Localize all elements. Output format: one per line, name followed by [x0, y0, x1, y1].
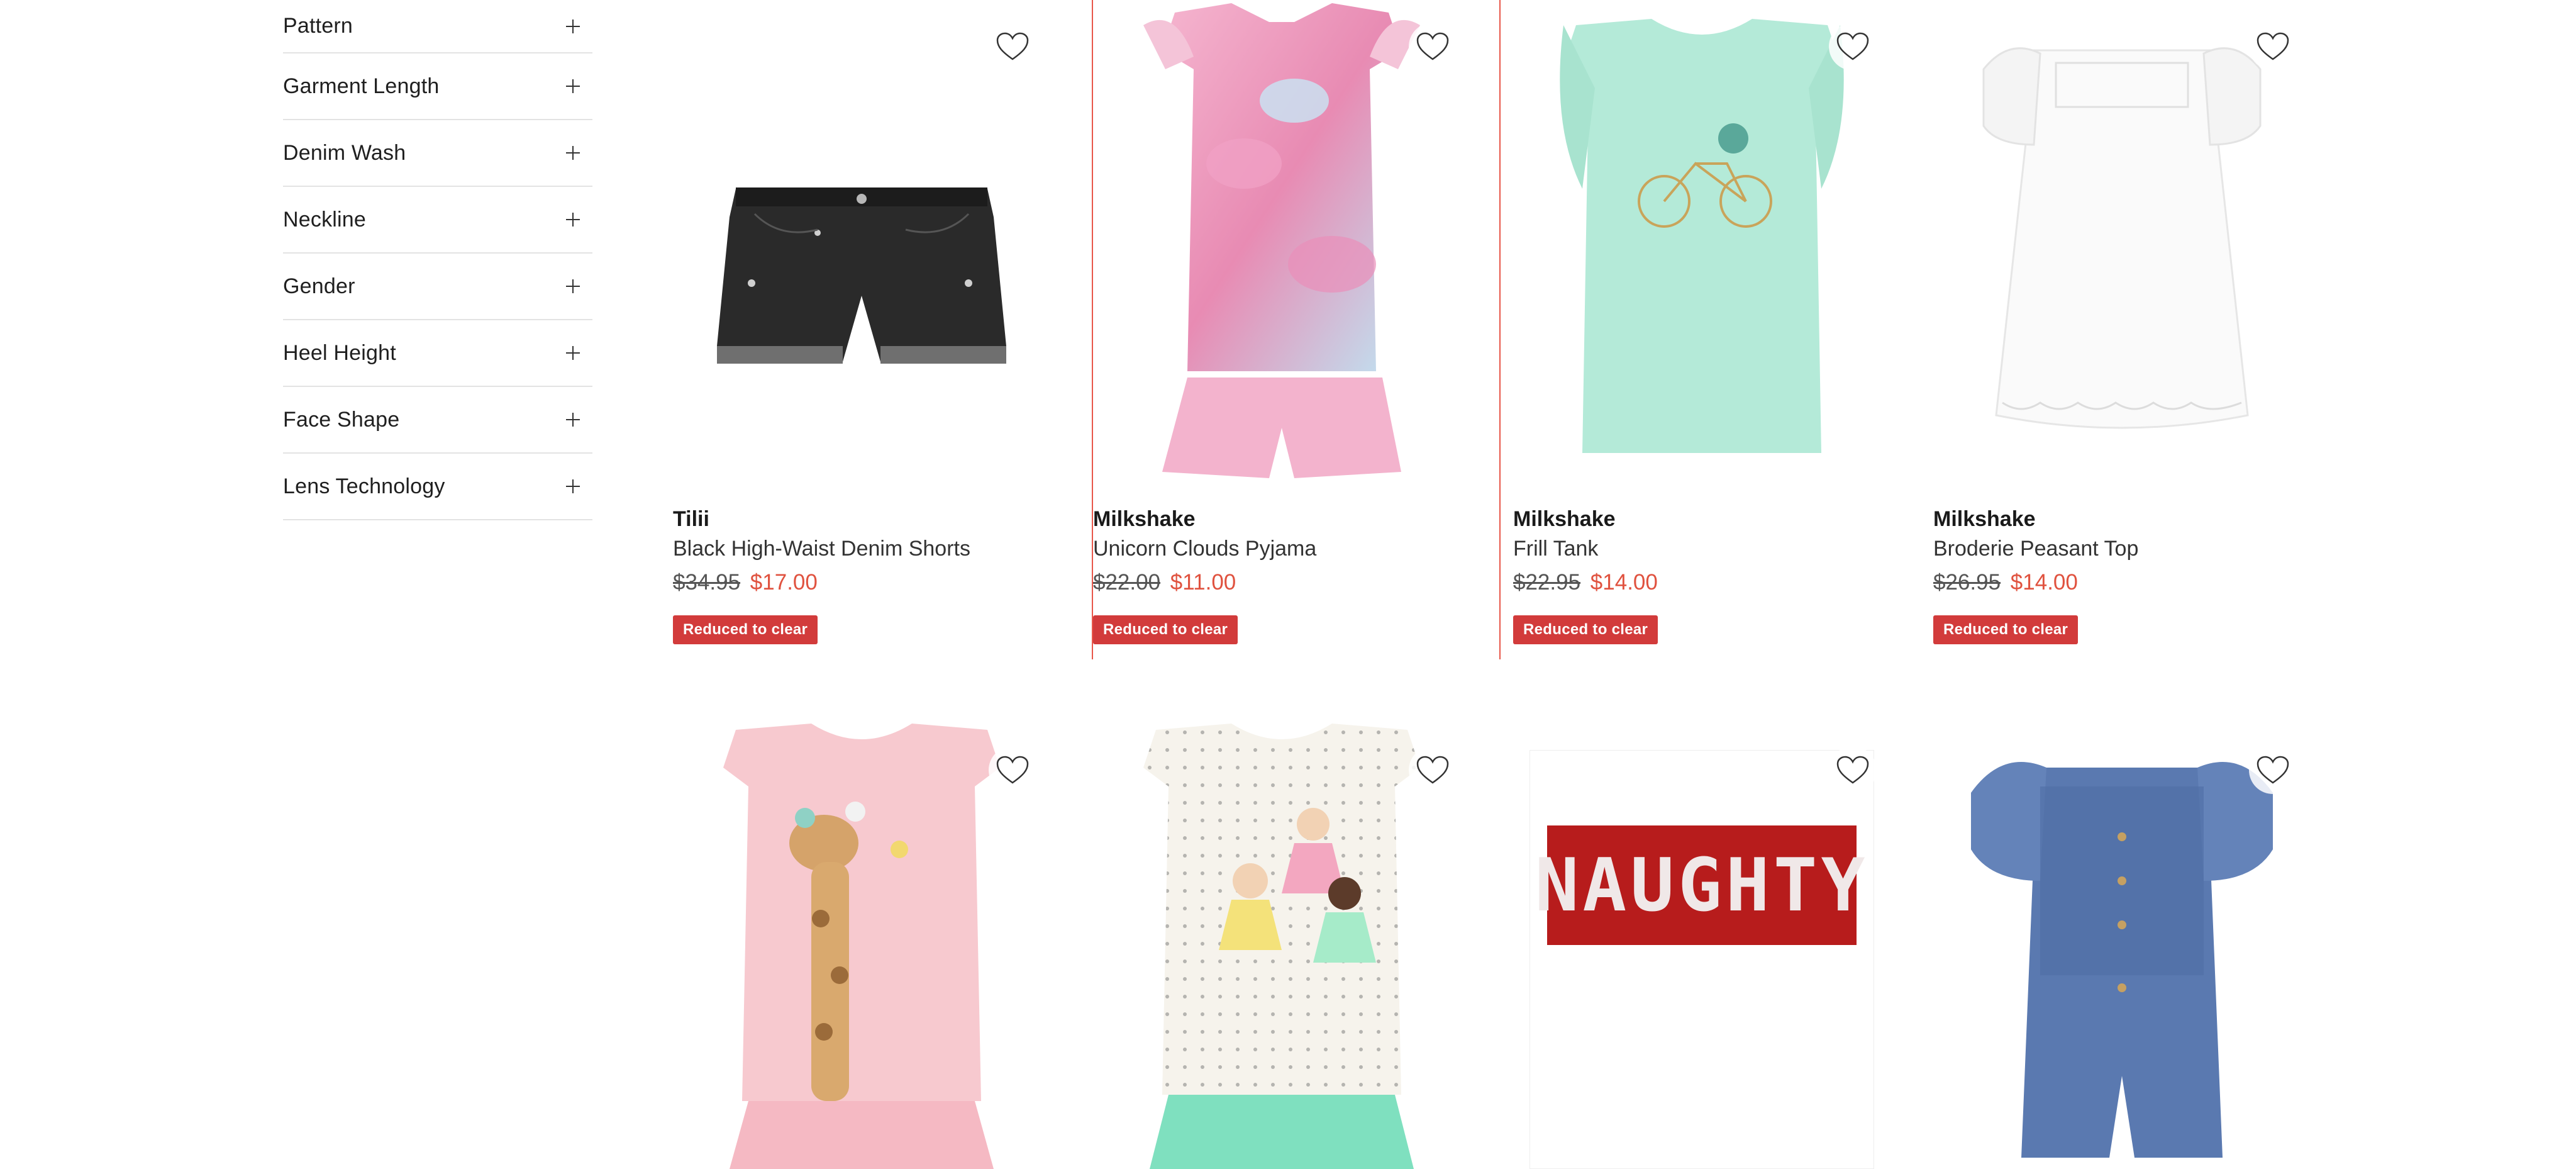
filter-label: Face Shape: [283, 407, 400, 432]
plus-icon[interactable]: [566, 19, 580, 33]
product-card[interactable]: Milkshake Frill Tank $22.95 $14.00 Reduc…: [1513, 0, 1890, 644]
product-brand[interactable]: Milkshake: [1513, 507, 1890, 532]
plus-icon[interactable]: [566, 279, 580, 293]
tank-image: [1560, 19, 1844, 453]
product-card[interactable]: Milkshake Broderie Peasant Top $26.95 $1…: [1933, 0, 2311, 644]
wishlist-button[interactable]: [2249, 746, 2297, 794]
filter-gender[interactable]: Gender: [283, 254, 592, 320]
plus-icon[interactable]: [566, 413, 580, 427]
price-group: $22.00 $11.00: [1093, 570, 1470, 595]
filter-face-shape[interactable]: Face Shape: [283, 387, 592, 454]
product-card[interactable]: Tilii Black High-Waist Denim Shorts $34.…: [673, 0, 1050, 644]
wishlist-button[interactable]: [989, 23, 1036, 70]
product-card[interactable]: [1933, 724, 2311, 1169]
pyjama-image: [1143, 3, 1420, 478]
product-image[interactable]: [1933, 724, 2311, 1169]
sale-price: $11.00: [1170, 570, 1236, 595]
original-price: $22.95: [1513, 570, 1581, 595]
wishlist-button[interactable]: [1829, 23, 1877, 70]
product-image[interactable]: [1093, 0, 1470, 491]
sequin-print-panel: NAUGHTY: [1535, 825, 1865, 945]
filter-label: Denim Wash: [283, 140, 406, 165]
product-brand[interactable]: Milkshake: [1093, 507, 1470, 532]
original-price: $22.00: [1093, 570, 1161, 595]
sale-price: $14.00: [1590, 570, 1658, 595]
product-name[interactable]: Frill Tank: [1513, 537, 1890, 561]
promo-badge: Reduced to clear: [673, 615, 818, 644]
heart-outline-icon: [2257, 32, 2289, 60]
product-image[interactable]: [1933, 0, 2311, 491]
product-name[interactable]: Black High-Waist Denim Shorts: [673, 537, 1050, 561]
filter-label: Pattern: [283, 14, 353, 38]
plus-icon[interactable]: [566, 79, 580, 93]
page: Pattern Garment Length Denim Wash Neckli…: [0, 0, 2576, 1169]
heart-outline-icon: [1416, 756, 1449, 784]
product-image[interactable]: [673, 0, 1050, 491]
wishlist-button[interactable]: [1829, 746, 1877, 794]
wishlist-button[interactable]: [1409, 23, 1457, 70]
plus-icon[interactable]: [566, 213, 580, 227]
peasant-top-image: [1982, 47, 2262, 429]
heart-outline-icon: [2257, 756, 2289, 784]
price-group: $26.95 $14.00: [1933, 570, 2311, 595]
heart-outline-icon: [1836, 756, 1869, 784]
price-group: $22.95 $14.00: [1513, 570, 1890, 595]
product-image[interactable]: [1513, 0, 1890, 491]
shorts-image: [717, 187, 1006, 364]
plus-icon[interactable]: [566, 146, 580, 160]
filter-label: Gender: [283, 274, 355, 298]
filter-denim-wash[interactable]: Denim Wash: [283, 120, 592, 187]
product-name[interactable]: Unicorn Clouds Pyjama: [1093, 537, 1470, 561]
filter-label: Garment Length: [283, 74, 440, 98]
filter-sidebar: Pattern Garment Length Denim Wash Neckli…: [283, 0, 592, 520]
filter-heel-height[interactable]: Heel Height: [283, 320, 592, 387]
promo-badge: Reduced to clear: [1933, 615, 2079, 644]
product-image[interactable]: NAUGHTY: [1513, 724, 1890, 1169]
product-image[interactable]: [673, 724, 1050, 1169]
product-name[interactable]: Broderie Peasant Top: [1933, 537, 2311, 561]
product-card[interactable]: Milkshake Unicorn Clouds Pyjama $22.00 $…: [1092, 0, 1501, 659]
heart-outline-icon: [1416, 32, 1449, 60]
filter-label: Neckline: [283, 207, 366, 232]
product-brand[interactable]: Tilii: [673, 507, 1050, 532]
heart-outline-icon: [996, 32, 1029, 60]
wishlist-button[interactable]: [989, 746, 1036, 794]
fairy-set-image: [1143, 724, 1420, 1169]
product-brand[interactable]: Milkshake: [1933, 507, 2311, 532]
giraffe-set-image: [723, 724, 1000, 1169]
heart-outline-icon: [1836, 32, 1869, 60]
original-price: $26.95: [1933, 570, 2001, 595]
promo-badge: Reduced to clear: [1093, 615, 1238, 644]
tee-background: NAUGHTY: [1530, 750, 1874, 1169]
wishlist-button[interactable]: [1409, 746, 1457, 794]
sale-price: $14.00: [2010, 570, 2078, 595]
filter-label: Heel Height: [283, 340, 396, 365]
sale-price: $17.00: [750, 570, 818, 595]
plus-icon[interactable]: [566, 346, 580, 360]
promo-badge: Reduced to clear: [1513, 615, 1658, 644]
romper-image: [1971, 762, 2273, 1158]
print-text: NAUGHTY: [1535, 842, 1869, 928]
original-price: $34.95: [673, 570, 741, 595]
filter-lens-technology[interactable]: Lens Technology: [283, 454, 592, 520]
filter-label: Lens Technology: [283, 474, 445, 498]
filter-garment-length[interactable]: Garment Length: [283, 53, 592, 120]
filter-neckline[interactable]: Neckline: [283, 187, 592, 254]
plus-icon[interactable]: [566, 479, 580, 493]
heart-outline-icon: [996, 756, 1029, 784]
filter-pattern[interactable]: Pattern: [283, 0, 592, 53]
price-group: $34.95 $17.00: [673, 570, 1050, 595]
product-card[interactable]: NAUGHTY: [1513, 724, 1890, 1169]
product-card[interactable]: [1093, 724, 1470, 1169]
wishlist-button[interactable]: [2249, 23, 2297, 70]
product-card[interactable]: [673, 724, 1050, 1169]
product-image[interactable]: [1093, 724, 1470, 1169]
